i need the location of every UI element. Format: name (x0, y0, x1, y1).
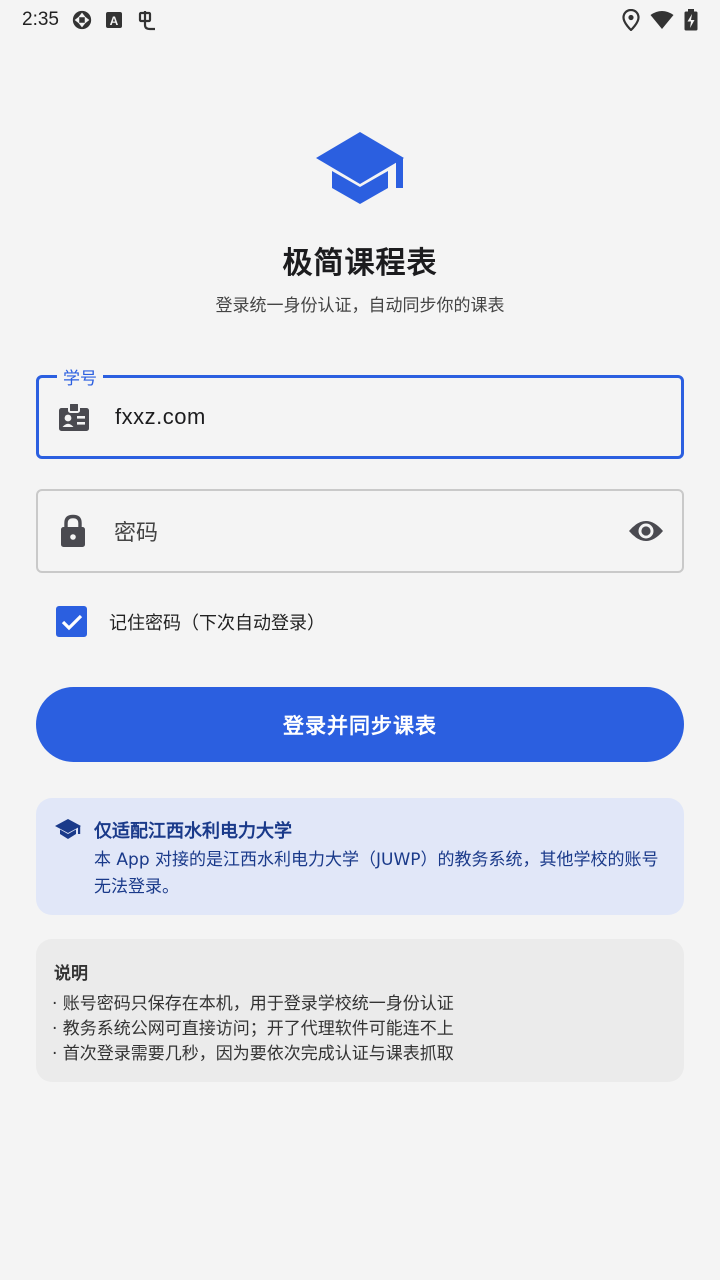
info-title: 说明 (54, 964, 88, 984)
wifi-icon (650, 10, 674, 30)
password-field[interactable]: 密码 (36, 489, 684, 573)
graduation-cap-icon (54, 818, 82, 840)
a-box-icon: A (105, 11, 123, 29)
page-title: 极简课程表 (282, 246, 438, 281)
lock-icon (56, 514, 90, 548)
svg-text:A: A (110, 14, 119, 28)
info-list: · 账号密码只保存在本机，用于登录学校统一身份认证 · 教务系统公网可直接访问；… (52, 992, 454, 1067)
student-id-label: 学号 (57, 364, 103, 389)
student-id-field[interactable]: 学号 fxxz.com (36, 364, 684, 459)
status-time: 2:35 (22, 9, 59, 30)
status-bar: 2:35 A (0, 0, 720, 40)
status-left: 2:35 A (22, 8, 159, 32)
list-item: · 首次登录需要几秒，因为要依次完成认证与课表抓取 (52, 1044, 454, 1064)
notice-body: 本 App 对接的是江西水利电力大学（JUWP）的教务系统，其他学校的账号无法登… (94, 850, 659, 897)
battery-charging-icon (684, 9, 698, 31)
remember-checkbox[interactable] (56, 606, 87, 637)
info-card: 说明 · 账号密码只保存在本机，用于登录学校统一身份认证 · 教务系统公网可直接… (36, 939, 684, 1082)
status-right (622, 9, 698, 31)
graduation-cap-icon (312, 128, 408, 208)
badge-icon (57, 400, 91, 434)
page-subtitle: 登录统一身份认证，自动同步你的课表 (215, 296, 505, 316)
eye-icon[interactable] (626, 511, 666, 551)
remember-password-row[interactable]: 记住密码（下次自动登录） (56, 606, 325, 637)
remember-label: 记住密码（下次自动登录） (109, 612, 325, 634)
bug-icon (135, 8, 159, 32)
sync-icon (71, 9, 93, 31)
student-id-input[interactable]: fxxz.com (115, 404, 206, 430)
list-item: · 教务系统公网可直接访问；开了代理软件可能连不上 (52, 1019, 454, 1039)
login-sync-button[interactable]: 登录并同步课表 (36, 687, 684, 762)
school-notice-card: 仅适配江西水利电力大学 本 App 对接的是江西水利电力大学（JUWP）的教务系… (36, 798, 684, 915)
location-icon (622, 9, 640, 31)
password-input[interactable]: 密码 (114, 515, 158, 547)
list-item: · 账号密码只保存在本机，用于登录学校统一身份认证 (52, 994, 454, 1014)
notice-title: 仅适配江西水利电力大学 (94, 821, 292, 842)
